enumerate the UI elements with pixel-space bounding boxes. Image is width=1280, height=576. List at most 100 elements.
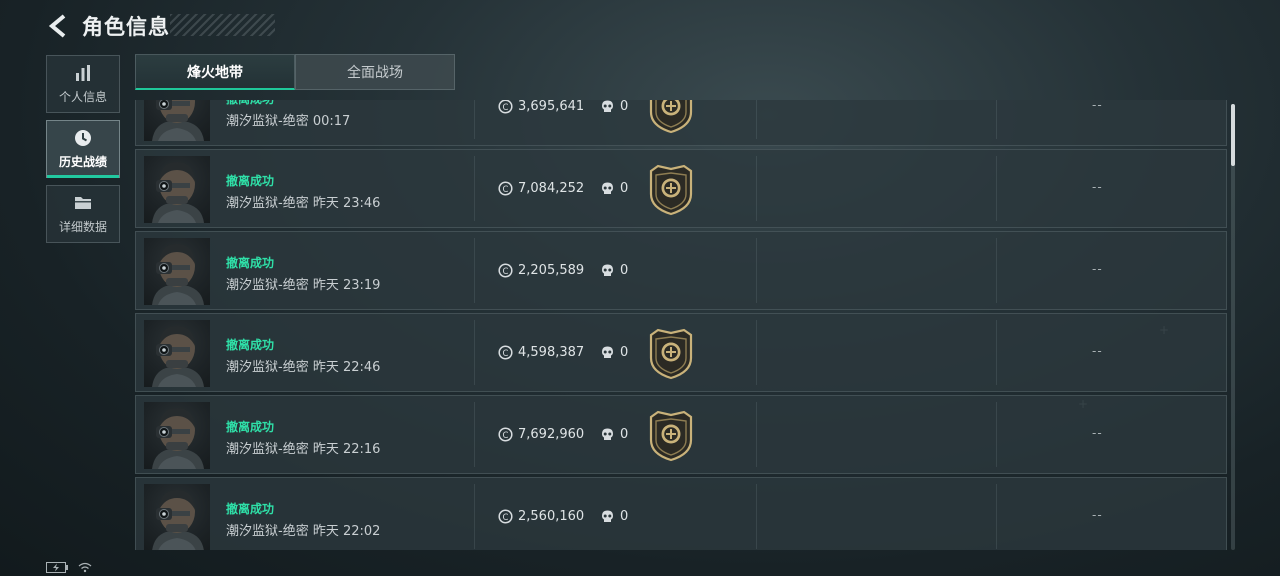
wifi-icon [78,562,92,573]
match-status: 撤离成功 [226,420,275,434]
match-list-scroll: 撤离成功 潮汐监狱-绝密 00:17 C 3,695,641 0 -- [135,100,1227,550]
tab-fire-zone[interactable]: 烽火地带 [135,54,295,90]
match-rating: -- [1092,426,1103,440]
match-loot-value: C 3,695,641 [498,100,584,114]
operator-avatar [144,320,210,387]
loot-amount: 7,084,252 [518,181,585,196]
match-row[interactable]: 撤离成功 潮汐监狱-绝密 昨天 22:02 C 2,560,160 0 -- [135,477,1227,550]
header-decoration-stripes [170,14,275,36]
battery-icon [46,562,68,573]
folder-icon [75,197,91,209]
svg-text:C: C [503,431,509,441]
coin-icon: C [498,509,513,524]
page-title: 角色信息 [82,15,170,39]
match-kills: 0 [600,509,628,524]
loot-amount: 7,692,960 [518,427,585,442]
history-clock-icon [75,130,91,146]
match-row[interactable]: 撤离成功 潮汐监狱-绝密 昨天 22:46 C 4,598,387 0 -- [135,313,1227,392]
svg-text:C: C [503,267,509,277]
match-status: 撤离成功 [226,338,275,352]
operator-portrait-icon [152,408,204,469]
side-nav-label: 历史战绩 [58,155,107,169]
match-status: 撤离成功 [226,174,275,188]
back-button[interactable] [44,11,72,41]
side-nav-personal-info[interactable]: 个人信息 [46,55,120,113]
match-rating: -- [1092,344,1103,358]
scrollbar[interactable] [1231,104,1235,550]
skull-icon [602,428,613,440]
coin-icon: C [498,100,513,114]
tab-full-battlefield[interactable]: 全面战场 [295,54,455,90]
match-kills: 0 [600,181,628,196]
match-map-time: 潮汐监狱-绝密 昨天 23:19 [226,278,381,293]
match-map-time: 潮汐监狱-绝密 昨天 22:46 [226,360,381,375]
loot-amount: 3,695,641 [518,100,585,114]
match-map-time: 潮汐监狱-绝密 00:17 [226,114,351,129]
coin-icon: C [498,427,513,442]
side-nav-label: 个人信息 [58,90,107,104]
kill-count: 0 [620,427,629,442]
match-rating: -- [1092,508,1103,522]
kill-count: 0 [620,100,629,114]
match-row[interactable]: 撤离成功 潮汐监狱-绝密 昨天 23:46 C 7,084,252 0 -- [135,149,1227,228]
rank-shield-icon [649,164,693,216]
operator-avatar [144,238,210,305]
kill-count: 0 [620,345,629,360]
match-rating: -- [1092,100,1103,112]
match-map-time: 潮汐监狱-绝密 昨天 22:16 [226,442,381,457]
back-arrow-icon [48,14,66,38]
operator-avatar [144,100,210,141]
kill-count: 0 [620,509,629,524]
svg-text:C: C [503,349,509,359]
match-rating: -- [1092,262,1103,276]
coin-icon: C [498,263,513,278]
match-kills: 0 [600,345,628,360]
header: 角色信息 [44,10,170,42]
match-row[interactable]: 撤离成功 潮汐监狱-绝密 昨天 22:16 C 7,692,960 0 -- [135,395,1227,474]
match-row[interactable]: 撤离成功 潮汐监狱-绝密 昨天 23:19 C 2,205,589 0 -- [135,231,1227,310]
kill-count: 0 [620,181,629,196]
match-status: 撤离成功 [226,256,275,270]
scrollbar-thumb[interactable] [1231,104,1235,166]
side-nav-match-history[interactable]: 历史战绩 [46,120,120,178]
operator-portrait-icon [152,162,204,223]
match-history-list[interactable]: 撤离成功 潮汐监狱-绝密 00:17 C 3,695,641 0 -- [135,100,1227,550]
operator-avatar [144,156,210,223]
operator-portrait-icon [152,100,204,141]
bar-chart-icon [76,65,90,81]
match-rating: -- [1092,180,1103,194]
svg-text:C: C [503,513,509,523]
rank-shield-icon [649,410,693,462]
match-status: 撤离成功 [226,502,275,516]
match-map-time: 潮汐监狱-绝密 昨天 22:02 [226,524,381,539]
side-nav: 个人信息 历史战绩 详细数据 [46,55,120,250]
coin-icon: C [498,345,513,360]
skull-icon [602,182,613,194]
match-loot-value: C 7,084,252 [498,181,584,196]
rank-shield-icon [649,100,693,134]
match-loot-value: C 7,692,960 [498,427,584,442]
operator-avatar [144,484,210,550]
match-map-time: 潮汐监狱-绝密 昨天 23:46 [226,196,381,211]
side-nav-label: 详细数据 [58,220,107,234]
device-status-bar [46,562,92,573]
match-kills: 0 [600,427,628,442]
skull-icon [602,264,613,276]
loot-amount: 4,598,387 [518,345,585,360]
match-kills: 0 [600,263,628,278]
kill-count: 0 [620,263,629,278]
skull-icon [602,100,613,112]
skull-icon [602,346,613,358]
svg-text:C: C [503,103,509,113]
match-kills: 0 [600,100,628,114]
match-loot-value: C 4,598,387 [498,345,584,360]
side-nav-detailed-data[interactable]: 详细数据 [46,185,120,243]
skull-icon [602,510,613,522]
operator-avatar [144,402,210,469]
operator-portrait-icon [152,244,204,305]
coin-icon: C [498,181,513,196]
match-loot-value: C 2,205,589 [498,263,584,278]
mode-tabs: 烽火地带 全面战场 [135,54,455,90]
match-row[interactable]: 撤离成功 潮汐监狱-绝密 00:17 C 3,695,641 0 -- [135,100,1227,146]
match-status: 撤离成功 [226,100,274,107]
